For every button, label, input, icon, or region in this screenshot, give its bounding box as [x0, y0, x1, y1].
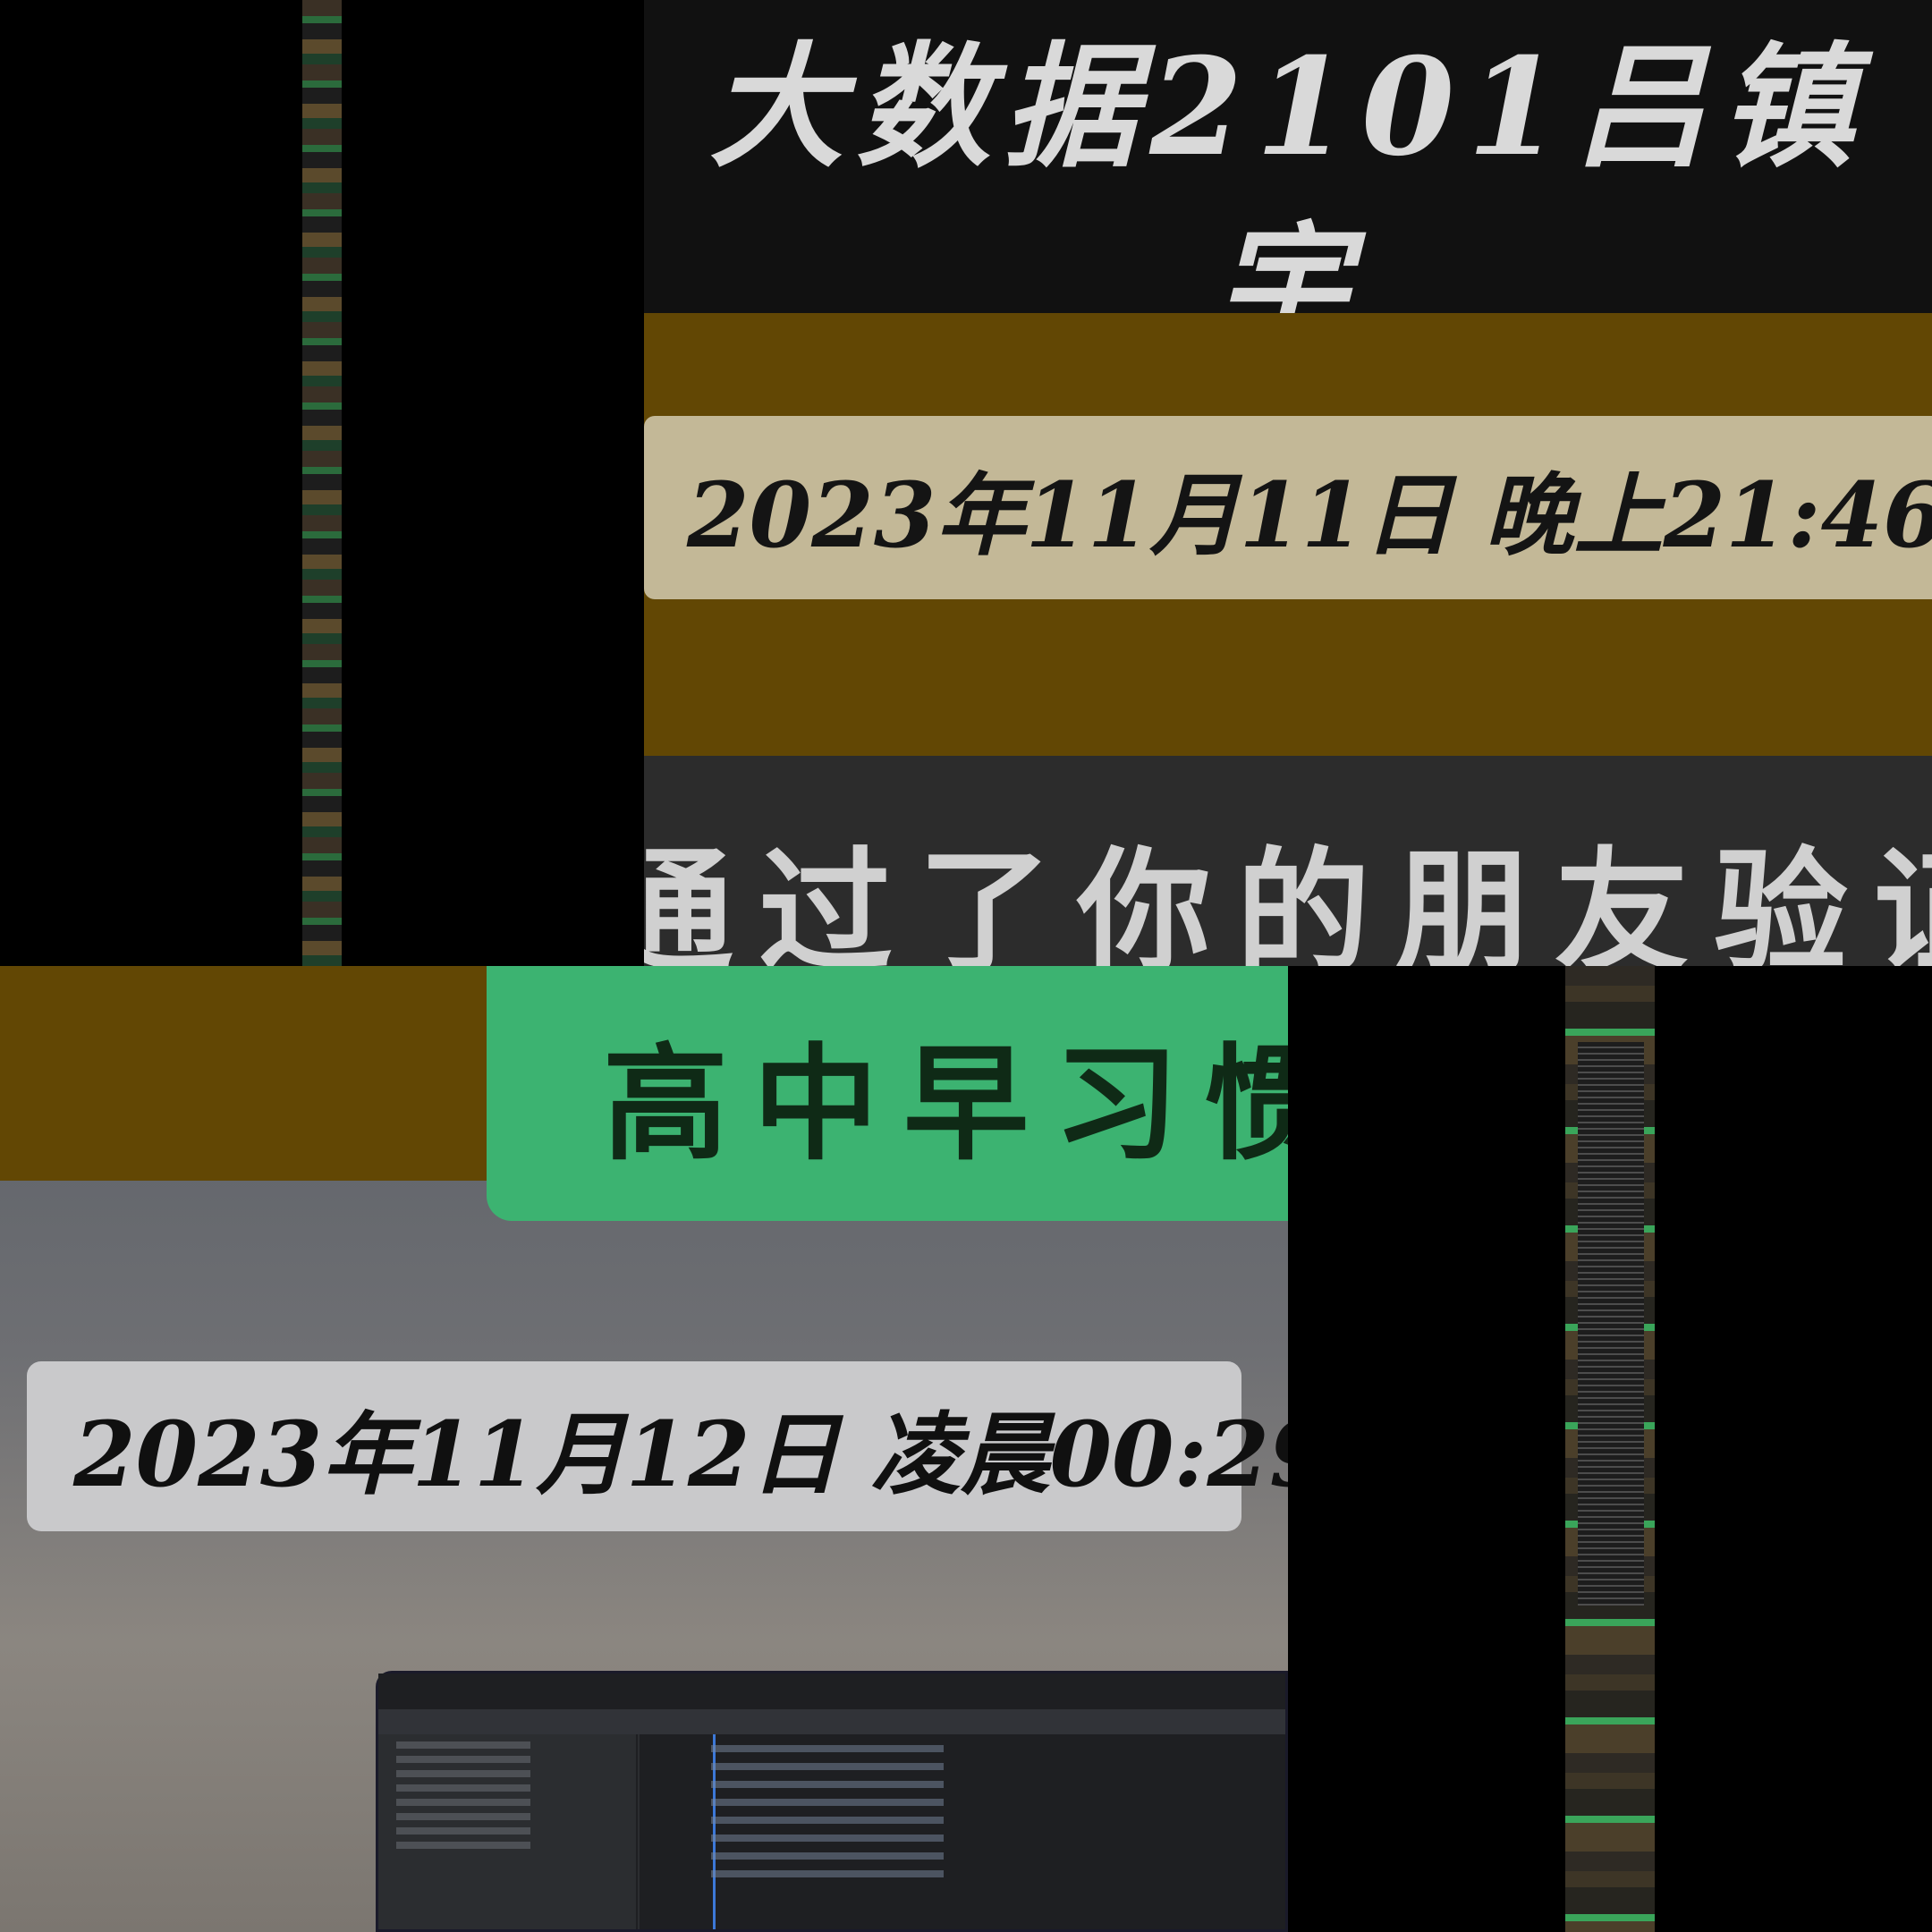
long-screenshot-strip [1565, 966, 1655, 1932]
ide-menubar [378, 1674, 1285, 1709]
panel-bottom-left: 高中早习惯 2023年11月12日 凌晨00:29 [0, 966, 1288, 1932]
message-bubble[interactable]: 高中早习惯 [487, 966, 1288, 1221]
panel-top-right: 大数据2101吕镇宇 2023年11月11日 晚上21:46 通过了你的朋友验证 [644, 0, 1932, 966]
ide-code-editor [640, 1734, 1285, 1929]
contact-name-title: 大数据2101吕镇宇 [709, 29, 1867, 365]
ide-toolbar [378, 1709, 1285, 1734]
timestamp-badge: 2023年11月12日 凌晨00:29 [27, 1361, 1288, 1531]
thumbnail-strip [302, 0, 342, 966]
chat-text-thumbnail [1578, 1042, 1644, 1606]
timestamp-text: 2023年11月11日 晚上21:46 [687, 462, 1932, 568]
ide-screenshot-image[interactable] [376, 1671, 1288, 1932]
timestamp-badge: 2023年11月11日 晚上21:46 [644, 416, 1932, 599]
ide-project-panel [378, 1734, 638, 1929]
panel-top-left [0, 0, 644, 966]
system-message: 通过了你的朋友验证 [644, 834, 1932, 966]
message-text: 高中早习惯 [603, 1030, 1288, 1178]
panel-bottom-right [1288, 966, 1932, 1932]
timestamp-text: 2023年11月12日 凌晨00:29 [73, 1401, 1288, 1507]
